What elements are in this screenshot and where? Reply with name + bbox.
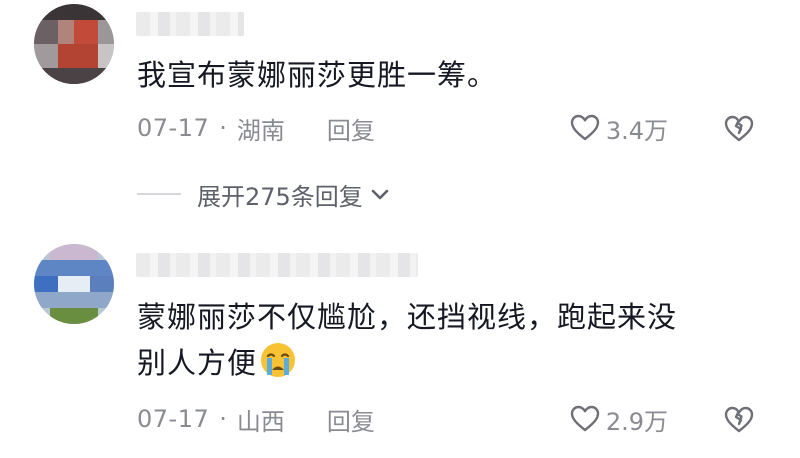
comment-location: 湖南 [236,116,285,145]
chevron-down-icon [371,189,389,200]
comment-date: 07-17 [137,405,210,433]
divider-line [137,193,181,195]
reply-button[interactable]: 回复 [327,402,375,437]
comment-location: 山西 [236,407,285,436]
like-count: 3.4万 [605,116,668,145]
avatar[interactable] [34,4,114,84]
comment-meta: 07-17 · 湖南 回复 [137,111,375,145]
broken-heart-icon [724,115,754,142]
reply-button[interactable]: 回复 [327,111,375,146]
expand-replies-label: 展开275条回复 [197,182,363,211]
broken-heart-icon [724,406,754,433]
comment-meta: 07-17 · 山西 回复 [137,402,375,436]
meta-separator: · [219,114,227,142]
expand-replies-button[interactable]: 展开275条回复 [137,177,391,211]
comment-text-line: 别人方便 [137,340,677,386]
comment-date: 07-17 [137,114,210,142]
comment-list: 我宣布蒙娜丽莎更胜一筹。 07-17 · 湖南 回复 3.4万 展开275条回复 [0,0,800,458]
username[interactable] [136,12,244,36]
crying-face-emoji [261,343,296,377]
comment-text-segment: 别人方便 [137,346,258,380]
comment-text-line: 蒙娜丽莎不仅尴尬，还挡视线，跑起来没 [137,300,678,334]
comment-text: 蒙娜丽莎不仅尴尬，还挡视线，跑起来没 别人方便 [137,294,677,386]
heart-outline-icon [570,114,600,141]
dislike-button[interactable] [722,111,756,145]
heart-outline-icon [570,405,600,432]
meta-separator: · [219,405,227,433]
avatar[interactable] [34,244,114,324]
like-button[interactable]: 2.9万 [570,402,668,436]
comment-text: 我宣布蒙娜丽莎更胜一筹。 [137,58,498,92]
dislike-button[interactable] [722,402,756,436]
username[interactable] [136,253,418,277]
like-count: 2.9万 [605,407,668,436]
like-button[interactable]: 3.4万 [570,111,668,145]
